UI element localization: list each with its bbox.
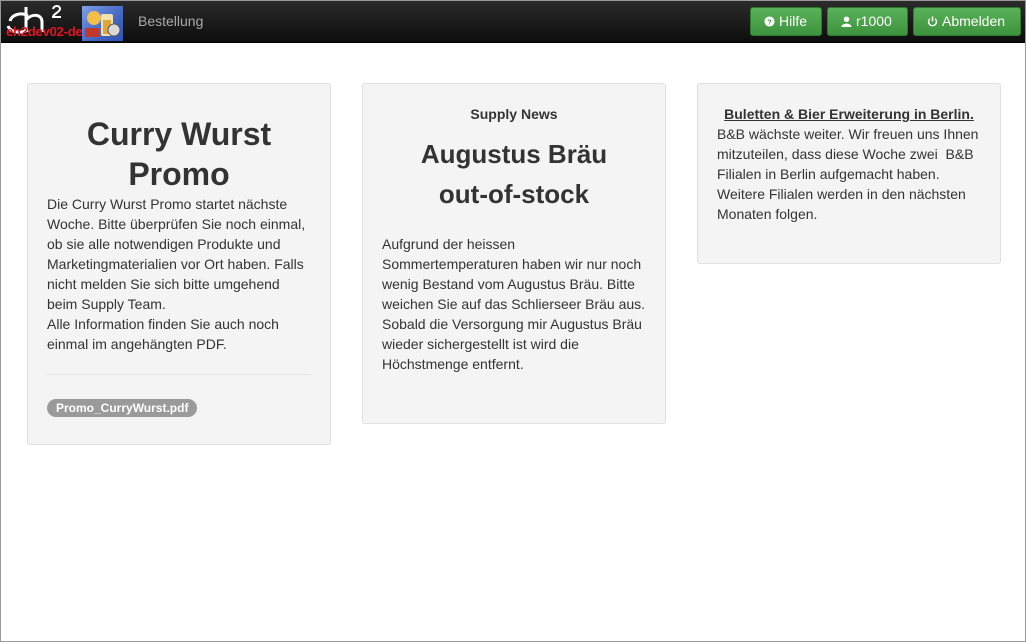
environment-label: eh2dev02-dev (6, 24, 90, 39)
card-paragraph: Die Curry Wurst Promo startet nächste Wo… (47, 196, 306, 312)
card-body: Die Curry Wurst Promo startet nächste Wo… (47, 194, 311, 354)
logout-button-label: Abmelden (942, 13, 1006, 29)
card-title: Augustus Bräu out-of-stock (382, 134, 646, 214)
user-avatar (82, 6, 123, 41)
user-icon (841, 16, 852, 27)
news-card-curry-wurst: Curry Wurst Promo Die Curry Wurst Promo … (27, 83, 331, 445)
top-navbar: eh2dev02-dev Bestellung ? Hilfe r1000 Ab… (1, 1, 1025, 43)
user-button[interactable]: r1000 (827, 7, 908, 36)
news-card-buletten-bier: Buletten & Bier Erweiterung in Berlin. B… (697, 83, 1001, 264)
card-paragraph: Alle Information finden Sie auch noch ei… (47, 316, 279, 352)
card-title-line2: out-of-stock (438, 179, 590, 209)
card-paragraph: Weitere Filialen werden in den nächsten … (717, 186, 966, 222)
card-title-line2: Promo (128, 156, 230, 192)
card-title-line1: Augustus Bräu (420, 139, 608, 169)
card-paragraph: Aufgrund der heissen Sommertemperaturen … (382, 236, 646, 312)
help-button[interactable]: ? Hilfe (750, 7, 822, 36)
card-title: Curry Wurst Promo (47, 114, 311, 194)
user-button-label: r1000 (856, 13, 892, 29)
attachment-link[interactable]: Promo_CurryWurst.pdf (47, 399, 198, 417)
power-icon (927, 16, 938, 27)
app-title[interactable]: Bestellung (138, 13, 203, 29)
card-divider (47, 374, 311, 375)
card-heading: Buletten & Bier Erweiterung in Berlin. (724, 106, 974, 122)
logout-button[interactable]: Abmelden (913, 7, 1021, 36)
question-circle-icon: ? (764, 16, 775, 27)
card-paragraph: Sobald die Versorgung mir Augustus Bräu … (382, 316, 642, 372)
svg-text:?: ? (767, 17, 772, 26)
help-button-label: Hilfe (779, 13, 808, 29)
card-title-line1: Curry Wurst (86, 116, 272, 152)
card-paragraph: B&B wächste weiter. Wir freuen uns Ihnen… (717, 126, 983, 182)
news-card-augustus-brau: Supply News Augustus Bräu out-of-stock A… (362, 83, 666, 424)
card-body: Aufgrund der heissen Sommertemperaturen … (382, 234, 646, 374)
card-kicker: Supply News (470, 106, 558, 122)
